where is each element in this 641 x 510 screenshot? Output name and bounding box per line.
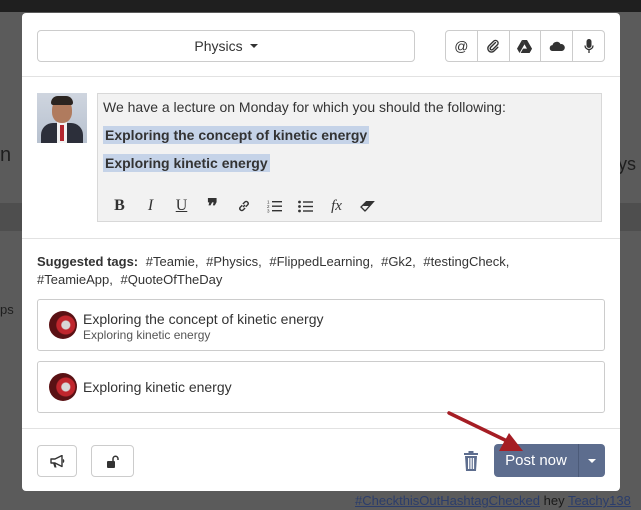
- bullet-list-button[interactable]: [290, 196, 321, 216]
- tag-link[interactable]: #QuoteOfTheDay: [121, 272, 223, 287]
- underline-button[interactable]: U: [166, 196, 197, 216]
- privacy-toggle-button[interactable]: [91, 445, 134, 477]
- quote-icon: ❞: [207, 195, 218, 218]
- eraser-icon: [360, 200, 375, 212]
- attachment-title: Exploring the concept of kinetic energy: [83, 311, 324, 327]
- post-composer-modal: Physics @ We have a lecture on Monday fo…: [22, 13, 620, 491]
- attachment-card[interactable]: Exploring the concept of kinetic energy …: [37, 299, 605, 351]
- formula-icon: fx: [331, 197, 342, 214]
- chevron-down-icon: [588, 458, 596, 463]
- ordered-list-icon: 1 2 3: [267, 200, 282, 214]
- highlighted-text: Exploring kinetic energy: [103, 154, 270, 172]
- at-icon: @: [454, 38, 469, 54]
- highlighted-text: Exploring the concept of kinetic energy: [103, 126, 370, 144]
- suggested-tags-label: Suggested tags:: [37, 254, 139, 269]
- google-drive-button[interactable]: [510, 31, 542, 61]
- author-avatar: [37, 93, 87, 143]
- background-right-text: ys: [618, 154, 636, 174]
- svg-text:3: 3: [267, 209, 270, 214]
- attachment-toolbar: @: [445, 30, 605, 62]
- formatting-toolbar: B I U ❞ 1 2 3 fx: [104, 195, 383, 218]
- composer-header: Physics @: [22, 13, 620, 77]
- attachment-title: Exploring kinetic energy: [83, 379, 232, 395]
- class-selector-dropdown[interactable]: Physics: [37, 30, 415, 62]
- italic-icon: I: [147, 197, 154, 214]
- bold-button[interactable]: B: [104, 196, 135, 216]
- background-hashtag-link: #CheckthisOutHashtagChecked: [355, 493, 540, 508]
- background-user-link: Teachy138: [567, 493, 631, 508]
- link-icon: [238, 200, 249, 212]
- tag-link[interactable]: #testingCheck,: [423, 254, 509, 269]
- tag-link[interactable]: #Gk2,: [381, 254, 416, 269]
- megaphone-icon: [49, 454, 64, 467]
- mention-button[interactable]: @: [446, 31, 478, 61]
- background-top-bar: [0, 0, 641, 12]
- suggested-tags: Suggested tags: #Teamie, #Physics, #Flip…: [37, 253, 607, 289]
- attachment-subtitle: Exploring kinetic energy: [83, 328, 211, 342]
- attach-file-button[interactable]: [478, 31, 510, 61]
- class-selector-label: Physics: [194, 38, 243, 54]
- tag-link[interactable]: #Physics,: [206, 254, 262, 269]
- editor-line-highlight-2[interactable]: Exploring kinetic energy: [103, 154, 270, 172]
- tag-link[interactable]: #FlippedLearning,: [269, 254, 373, 269]
- google-drive-icon: [517, 39, 533, 53]
- microphone-icon: [583, 38, 594, 53]
- attachment-card[interactable]: Exploring kinetic energy: [37, 361, 605, 413]
- voice-record-button[interactable]: [573, 31, 604, 61]
- attachment-thumbnail: [49, 311, 77, 339]
- background-left-text: n: [0, 144, 12, 166]
- chevron-down-icon: [249, 44, 258, 48]
- ordered-list-button[interactable]: 1 2 3: [259, 196, 290, 216]
- bold-icon: B: [114, 197, 125, 214]
- section-divider: [22, 238, 620, 239]
- onedrive-icon: [549, 41, 565, 51]
- annotation-arrow-icon: [447, 411, 523, 451]
- bullet-list-icon: [298, 200, 313, 212]
- editor-line-intro[interactable]: We have a lecture on Monday for which yo…: [103, 99, 506, 115]
- footer-divider: [22, 428, 620, 429]
- underline-icon: U: [175, 197, 188, 214]
- background-bottom-plain: hey: [540, 493, 568, 508]
- unlock-icon: [107, 455, 119, 468]
- clear-format-button[interactable]: [352, 196, 383, 216]
- paperclip-icon: [487, 39, 499, 53]
- attachment-thumbnail: [49, 373, 77, 401]
- tag-link[interactable]: #Teamie,: [146, 254, 199, 269]
- formula-button[interactable]: fx: [321, 196, 352, 216]
- announcement-button[interactable]: [37, 445, 77, 477]
- italic-button[interactable]: I: [135, 196, 166, 216]
- blockquote-button[interactable]: ❞: [197, 195, 228, 218]
- onedrive-button[interactable]: [541, 31, 574, 61]
- background-bottom-text: #CheckthisOutHashtagChecked hey Teachy13…: [355, 493, 631, 508]
- editor-line-highlight-1[interactable]: Exploring the concept of kinetic energy: [103, 126, 370, 144]
- post-options-dropdown[interactable]: [579, 444, 605, 477]
- tag-link[interactable]: #TeamieApp,: [37, 272, 113, 287]
- post-editor[interactable]: We have a lecture on Monday for which yo…: [97, 93, 602, 222]
- background-left-text-2: ps: [0, 302, 14, 317]
- link-button[interactable]: [228, 196, 259, 216]
